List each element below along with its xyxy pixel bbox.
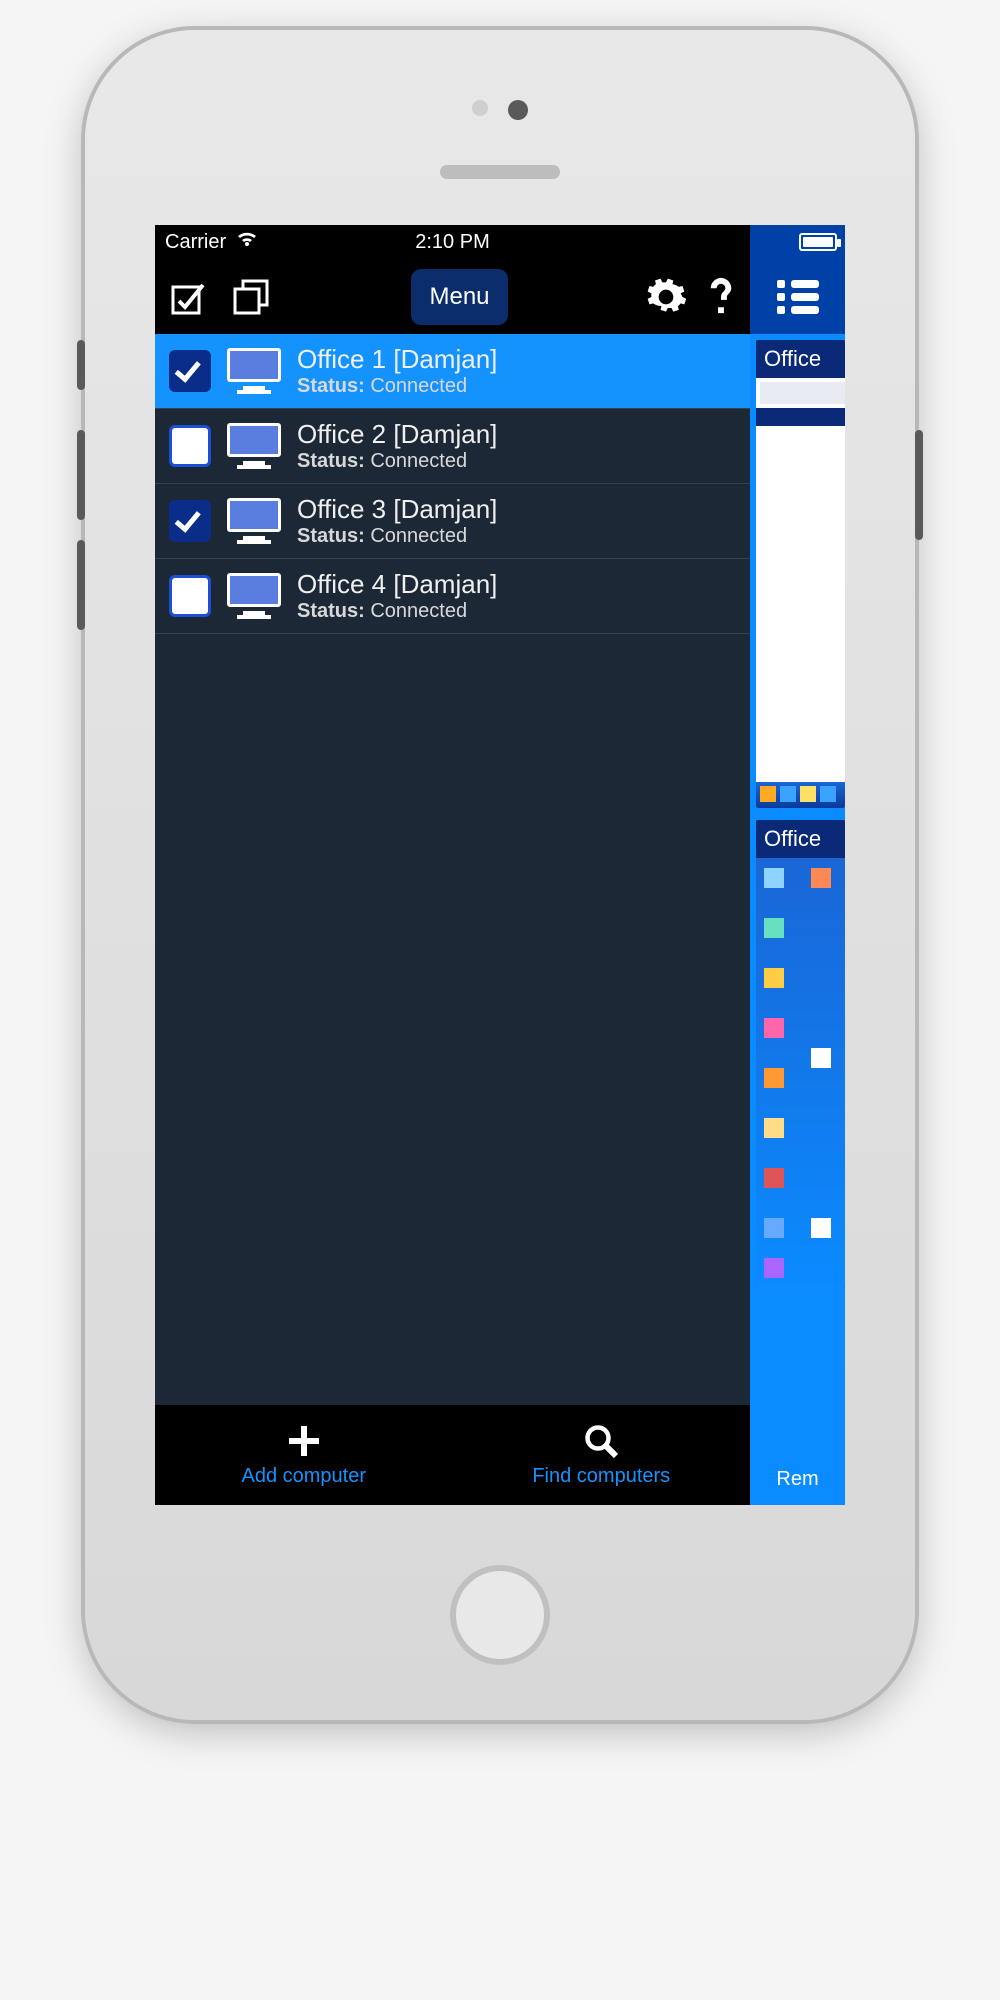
find-computers-button[interactable]: Find computers — [453, 1405, 751, 1505]
computer-status: Status: Connected — [297, 525, 497, 548]
computer-status: Status: Connected — [297, 375, 497, 398]
computer-row[interactable]: Office 4 [Damjan]Status: Connected — [155, 559, 750, 634]
computer-status: Status: Connected — [297, 600, 497, 623]
checkmark-icon — [175, 355, 201, 382]
thumbnail-screenshot — [756, 858, 845, 1288]
thumbnails-area: Office Office — [750, 334, 845, 1405]
checkbox-checked-icon[interactable] — [169, 350, 211, 392]
volume-down-button — [77, 540, 85, 630]
sliver-bottom-label[interactable]: Rem — [750, 1405, 845, 1505]
computer-name: Office 4 [Damjan] — [297, 569, 497, 600]
monitor-icon — [227, 498, 281, 544]
checkbox-unchecked-icon[interactable] — [169, 425, 211, 467]
speaker-icon — [440, 165, 560, 179]
ios-status-bar: Carrier 2:10 PM — [155, 225, 750, 259]
computer-name: Office 1 [Damjan] — [297, 344, 497, 375]
phone-device-frame: Carrier 2:10 PM — [85, 30, 915, 1720]
sliver-status-bar — [750, 225, 845, 259]
sensor-dot-icon — [472, 100, 488, 116]
mute-switch — [77, 340, 85, 390]
select-all-icon[interactable] — [165, 273, 213, 321]
camera-dot-icon — [508, 100, 528, 120]
monitor-icon — [227, 573, 281, 619]
computer-name: Office 2 [Damjan] — [297, 419, 497, 450]
computer-thumbnail[interactable]: Office — [756, 820, 845, 1288]
computer-list: Office 1 [Damjan]Status: ConnectedOffice… — [155, 334, 750, 1405]
computer-status: Status: Connected — [297, 450, 497, 473]
add-computer-button[interactable]: Add computer — [155, 1405, 453, 1505]
app-toolbar: Menu — [155, 259, 750, 334]
computer-row-text: Office 1 [Damjan]Status: Connected — [297, 344, 497, 398]
phone-screen: Carrier 2:10 PM — [155, 225, 845, 1505]
menu-button[interactable]: Menu — [411, 269, 507, 325]
battery-icon — [799, 233, 837, 251]
add-computer-label: Add computer — [241, 1465, 366, 1488]
sliver-toolbar — [750, 259, 845, 334]
help-icon[interactable] — [702, 275, 740, 319]
computer-row-text: Office 4 [Damjan]Status: Connected — [297, 569, 497, 623]
home-button[interactable] — [450, 1565, 550, 1665]
computer-thumbnail[interactable]: Office — [756, 340, 845, 808]
monitor-icon — [227, 423, 281, 469]
plus-icon — [286, 1423, 322, 1459]
checkbox-unchecked-icon[interactable] — [169, 575, 211, 617]
computer-name: Office 3 [Damjan] — [297, 494, 497, 525]
device-sensors — [85, 100, 915, 120]
computer-row-text: Office 3 [Damjan]Status: Connected — [297, 494, 497, 548]
computer-row-text: Office 2 [Damjan]Status: Connected — [297, 419, 497, 473]
thumbnail-screenshot — [756, 378, 845, 808]
right-preview-panel[interactable]: Office Office — [750, 225, 845, 1505]
checkmark-icon — [175, 505, 201, 532]
find-computers-label: Find computers — [532, 1465, 670, 1488]
main-app-panel: Carrier 2:10 PM — [155, 225, 750, 1505]
gear-icon[interactable] — [644, 275, 688, 319]
power-button — [915, 430, 923, 540]
computer-row[interactable]: Office 1 [Damjan]Status: Connected — [155, 334, 750, 409]
search-icon — [583, 1423, 619, 1459]
thumbnail-title: Office — [756, 340, 845, 378]
thumbnail-title: Office — [756, 820, 845, 858]
checkbox-checked-icon[interactable] — [169, 500, 211, 542]
volume-up-button — [77, 430, 85, 520]
computer-row[interactable]: Office 2 [Damjan]Status: Connected — [155, 409, 750, 484]
bottom-tab-bar: Add computer Find computers — [155, 1405, 750, 1505]
list-view-icon[interactable] — [777, 280, 819, 314]
monitor-icon — [227, 348, 281, 394]
computer-row[interactable]: Office 3 [Damjan]Status: Connected — [155, 484, 750, 559]
deselect-all-icon[interactable] — [227, 273, 275, 321]
status-time: 2:10 PM — [155, 231, 750, 254]
